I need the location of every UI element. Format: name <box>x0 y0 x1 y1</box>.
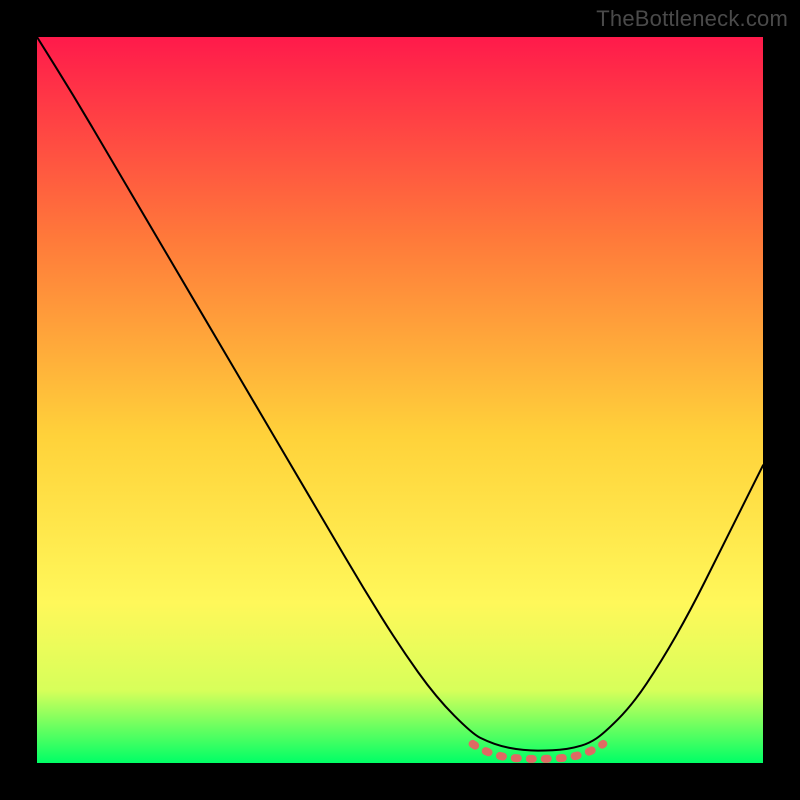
watermark-text: TheBottleneck.com <box>596 6 788 32</box>
gradient-background <box>37 37 763 763</box>
plot-area <box>37 37 763 763</box>
plot-svg <box>37 37 763 763</box>
chart-stage: TheBottleneck.com <box>0 0 800 800</box>
